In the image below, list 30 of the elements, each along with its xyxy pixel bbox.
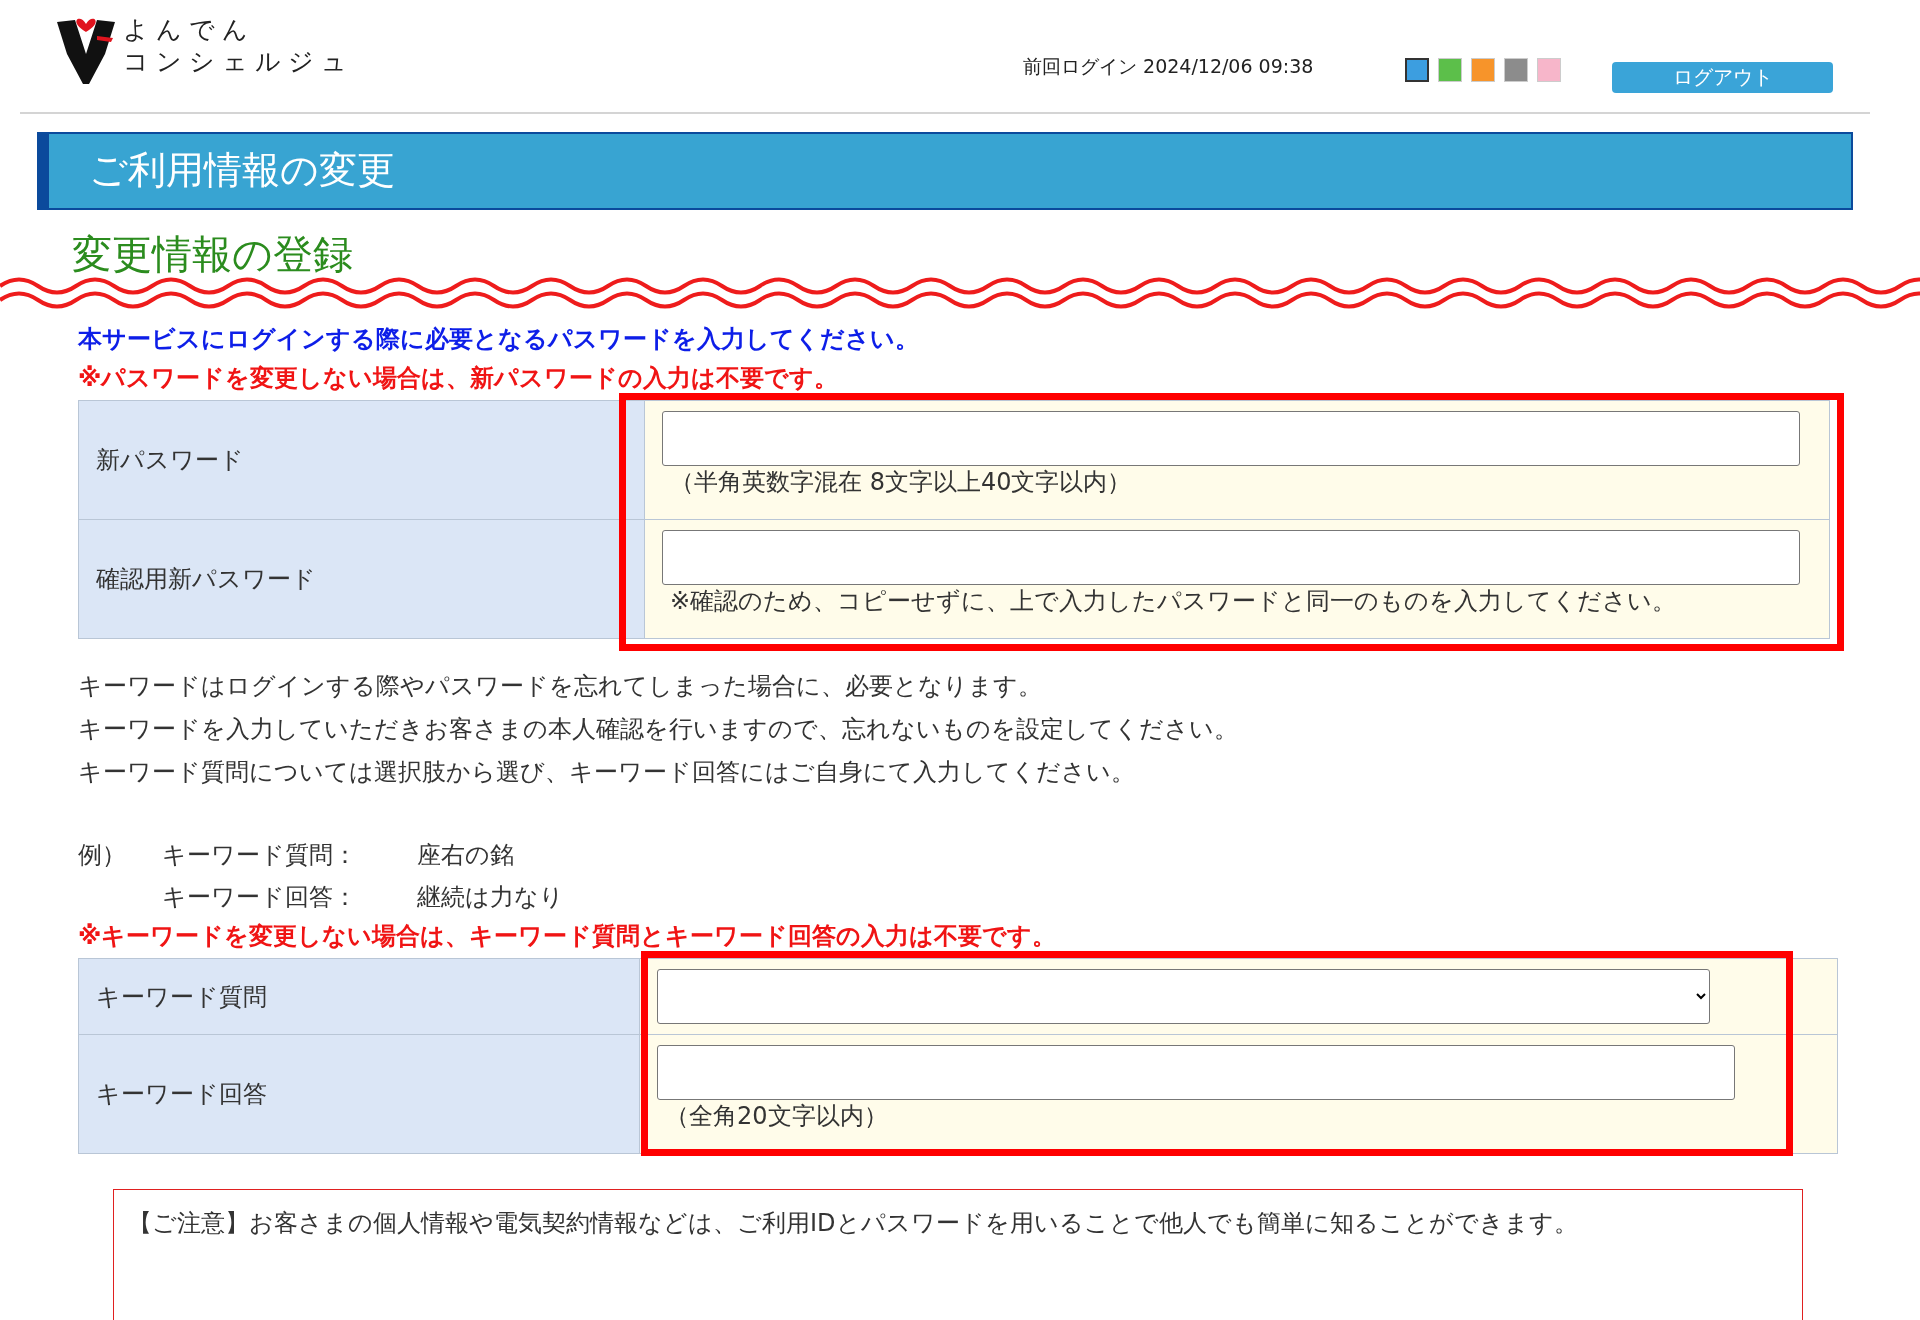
description-text: キーワード質問については選択肢から選び、キーワード回答にはご自身にて入力してください。 xyxy=(78,757,1136,788)
hint-text: （半角英数字混在 8文字以上40文字以内） xyxy=(669,467,1133,498)
input-field[interactable] xyxy=(662,530,1800,585)
example-term: キーワード回答： xyxy=(162,882,358,913)
field-label: キーワード質問 xyxy=(79,959,640,1035)
logo-text: よんでん xyxy=(123,14,256,46)
theme-color-swatch[interactable] xyxy=(1405,58,1429,82)
hint-text: （全角20文字以内） xyxy=(664,1101,889,1132)
instruction-text: 本サービスにログインする際に必要となるパスワードを入力してください。 xyxy=(78,324,920,355)
last-login-text: 前回ログイン 2024/12/06 09:38 xyxy=(1023,54,1314,79)
field-label: 確認用新パスワード xyxy=(79,520,645,639)
example-label: 例） xyxy=(78,840,127,871)
hint-text: ※確認のため、コピーせずに、上で入力したパスワードと同一のものを入力してください。 xyxy=(669,586,1678,617)
field-label: キーワード回答 xyxy=(79,1035,640,1154)
example-value: 座右の銘 xyxy=(417,840,515,871)
example-term: キーワード質問： xyxy=(162,840,358,871)
section-title: 変更情報の登録 xyxy=(72,230,354,278)
example-value: 継続は力なり xyxy=(417,882,565,913)
description-text: キーワードはログインする際やパスワードを忘れてしまった場合に、必要となります。 xyxy=(78,671,1043,702)
input-field[interactable] xyxy=(662,411,1800,466)
logout-button[interactable]: ログアウト xyxy=(1612,62,1833,93)
select-field[interactable] xyxy=(657,969,1710,1024)
page-title-bar: ご利用情報の変更 xyxy=(37,132,1853,210)
warning-text: ※キーワードを変更しない場合は、キーワード質問とキーワード回答の入力は不要です。 xyxy=(78,921,1058,952)
field-label: 新パスワード xyxy=(79,401,645,520)
caution-notice: 【ご注意】お客さまの個人情報や電気契約情報などは、ご利用IDとパスワードを用いることで他人でも簡単に知ることができます。 xyxy=(113,1189,1803,1320)
warning-text: ※パスワードを変更しない場合は、新パスワードの入力は不要です。 xyxy=(78,363,840,394)
description-text: キーワードを入力していただきお客さまの本人確認を行いますので、忘れないものを設定してください。 xyxy=(78,714,1239,745)
input-field[interactable] xyxy=(657,1045,1735,1100)
logo-text: コンシェルジュ xyxy=(123,46,354,78)
